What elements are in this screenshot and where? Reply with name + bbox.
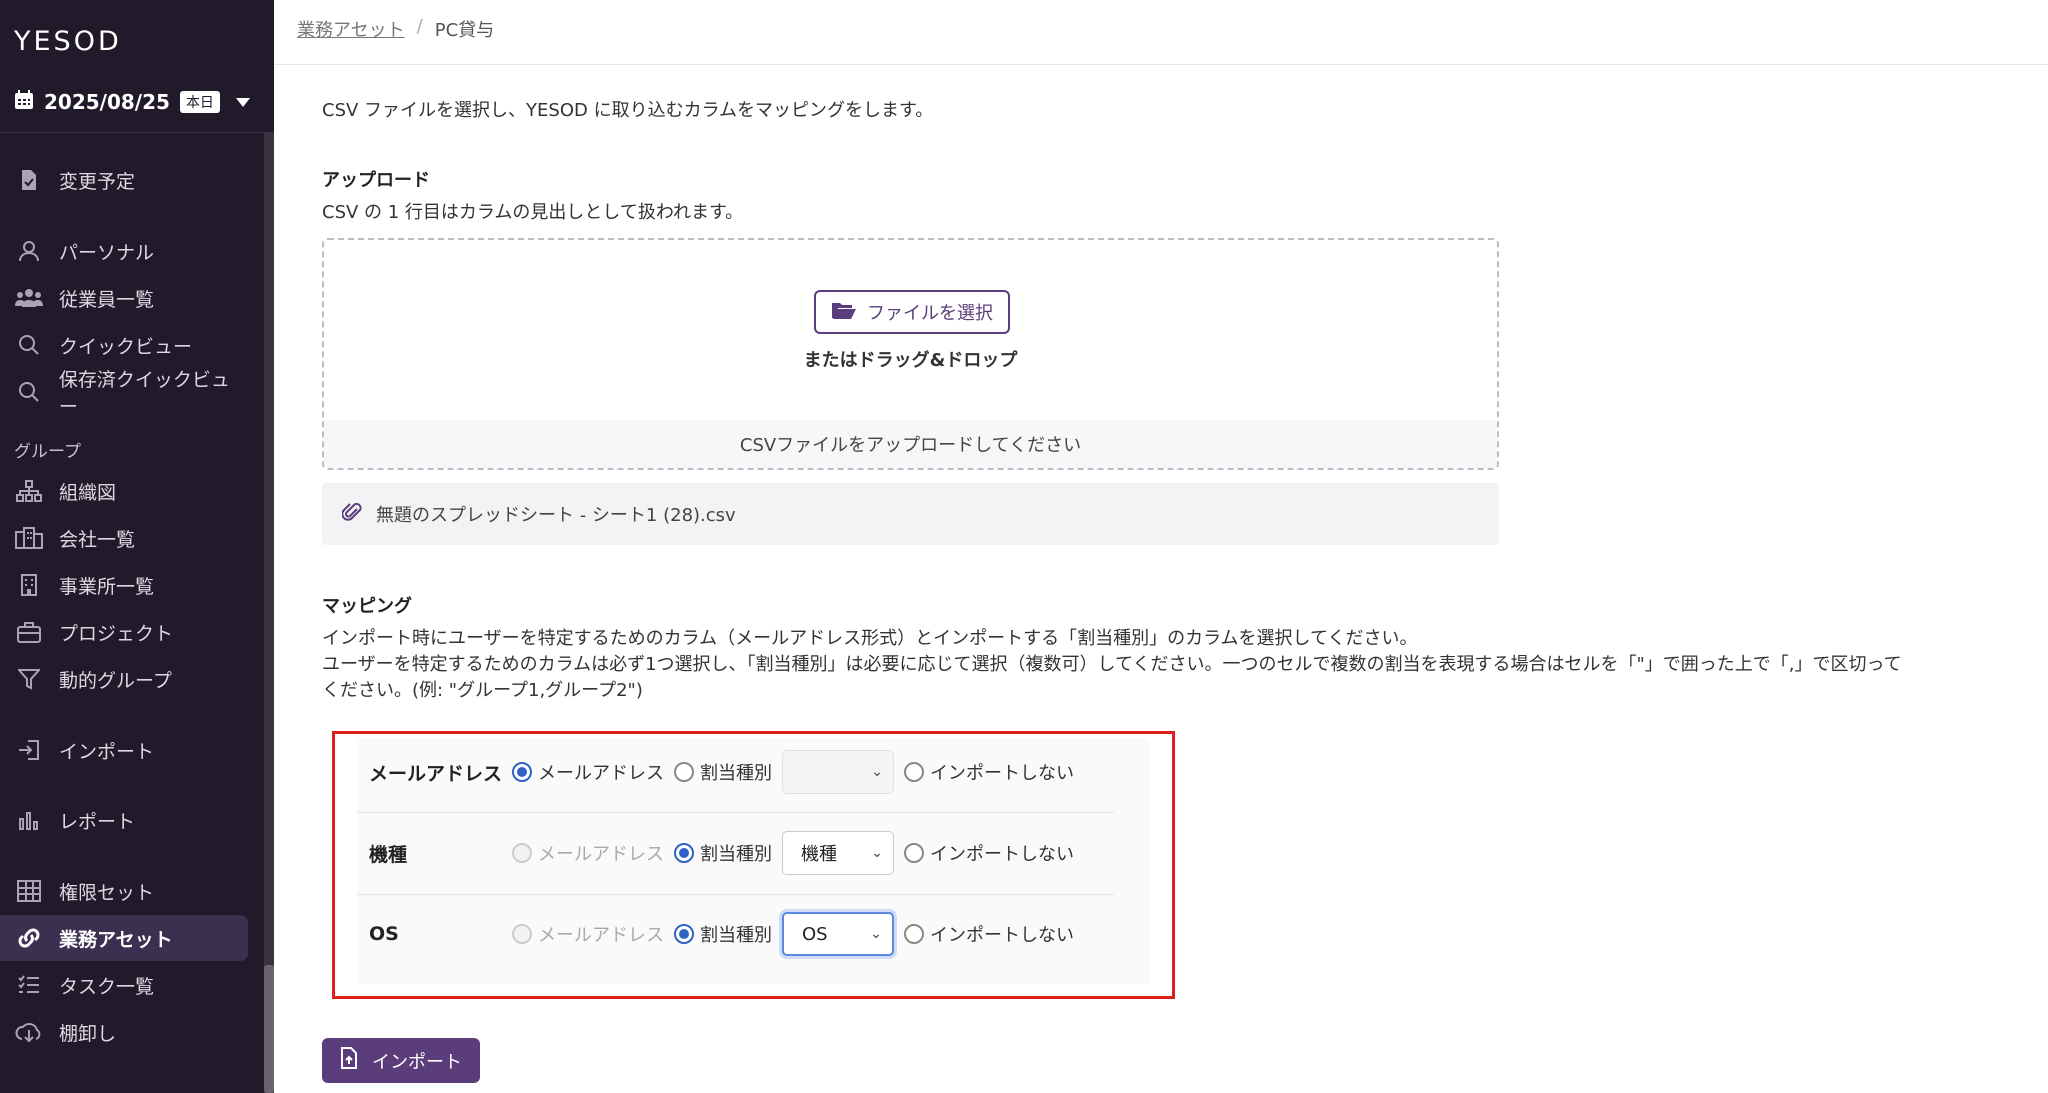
import-icon bbox=[14, 738, 44, 762]
sidebar-item-org-chart[interactable]: 組織図 bbox=[0, 468, 248, 514]
paperclip-icon bbox=[341, 501, 362, 528]
mapping-description-1: インポート時にユーザーを特定するためのカラム（メールアドレス形式）とインポートす… bbox=[322, 628, 1418, 649]
intro-text: CSV ファイルを選択し、YESOD に取り込むカラムをマッピングをします。 bbox=[322, 100, 934, 121]
filter-icon bbox=[14, 667, 44, 691]
select-file-button[interactable]: ファイルを選択 bbox=[814, 290, 1010, 334]
import-button-label: インポート bbox=[372, 1051, 462, 1073]
upload-title: アップロード bbox=[322, 170, 430, 191]
breadcrumb-parent-link[interactable]: 業務アセット bbox=[297, 16, 405, 42]
sidebar-item-label: 組織図 bbox=[59, 481, 117, 504]
breadcrumb-current: PC貸与 bbox=[434, 20, 495, 41]
list-icon bbox=[14, 973, 44, 997]
sidebar-item-change-schedule[interactable]: 変更予定 bbox=[0, 157, 248, 203]
sidebar-item-business-assets[interactable]: 業務アセット bbox=[0, 915, 248, 961]
org-chart-icon bbox=[14, 479, 44, 503]
building-icon bbox=[14, 526, 44, 550]
divider bbox=[0, 132, 264, 133]
drag-drop-text: またはドラッグ&ドロップ bbox=[803, 350, 1018, 371]
file-dropzone[interactable]: ファイルを選択 またはドラッグ&ドロップ CSVファイルをアップロードしてくださ… bbox=[322, 238, 1499, 470]
briefcase-icon bbox=[14, 620, 44, 644]
sidebar-item-label: タスク一覧 bbox=[59, 975, 155, 998]
sidebar-item-label: パーソナル bbox=[59, 241, 155, 264]
sidebar-item-tasks[interactable]: タスク一覧 bbox=[0, 962, 248, 1008]
top-bar bbox=[274, 0, 2048, 65]
sidebar-scrollbar-thumb[interactable] bbox=[264, 965, 274, 1093]
office-icon bbox=[14, 573, 44, 597]
date-selector[interactable]: 2025/08/25 本日 bbox=[14, 90, 250, 114]
search-icon bbox=[14, 380, 44, 404]
sidebar-item-label: レポート bbox=[59, 810, 136, 833]
file-check-icon bbox=[14, 168, 44, 192]
breadcrumb: 業務アセット / PC貸与 bbox=[297, 16, 494, 42]
sidebar-item-label: プロジェクト bbox=[59, 622, 174, 645]
chevron-down-icon[interactable] bbox=[235, 97, 250, 107]
sidebar-item-offices[interactable]: 事業所一覧 bbox=[0, 562, 248, 608]
current-date: 2025/08/25 bbox=[44, 90, 170, 114]
select-file-label: ファイルを選択 bbox=[867, 303, 993, 324]
sidebar-item-employees[interactable]: 従業員一覧 bbox=[0, 275, 248, 321]
sidebar-item-label: インポート bbox=[59, 740, 155, 763]
uploaded-file-name: 無題のスプレッドシート - シート1 (28).csv bbox=[376, 505, 736, 526]
folder-open-icon bbox=[831, 300, 857, 325]
user-icon bbox=[14, 239, 44, 263]
sidebar-item-label: 棚卸し bbox=[59, 1022, 117, 1045]
calendar-icon bbox=[14, 90, 34, 114]
sidebar-item-import[interactable]: インポート bbox=[0, 727, 248, 773]
sidebar-item-label: 変更予定 bbox=[59, 170, 136, 193]
sidebar-item-companies[interactable]: 会社一覧 bbox=[0, 515, 248, 561]
sidebar: YESOD 2025/08/25 本日 変更予定 パーソナル 従業員一覧 クイッ… bbox=[0, 0, 274, 1093]
cloud-download-icon bbox=[14, 1020, 44, 1044]
file-upload-icon bbox=[340, 1047, 358, 1074]
highlight-box bbox=[332, 731, 1175, 999]
users-icon bbox=[14, 286, 44, 310]
sidebar-item-dynamic-groups[interactable]: 動的グループ bbox=[0, 656, 248, 702]
import-button[interactable]: インポート bbox=[322, 1038, 480, 1083]
sidebar-item-label: 事業所一覧 bbox=[59, 575, 155, 598]
sidebar-scrollbar[interactable] bbox=[264, 132, 274, 1093]
mapping-description-3: ください。(例: "グループ1,グループ2") bbox=[322, 680, 643, 701]
sidebar-item-label: 会社一覧 bbox=[59, 528, 136, 551]
link-icon bbox=[14, 926, 44, 950]
mapping-title: マッピング bbox=[322, 596, 412, 617]
grid-icon bbox=[14, 879, 44, 903]
sidebar-item-reports[interactable]: レポート bbox=[0, 797, 248, 843]
uploaded-file: 無題のスプレッドシート - シート1 (28).csv bbox=[322, 483, 1499, 545]
sidebar-item-label: 権限セット bbox=[59, 881, 155, 904]
sidebar-item-saved-quick-view[interactable]: 保存済クイックビュー bbox=[0, 369, 248, 418]
sidebar-item-permission-sets[interactable]: 権限セット bbox=[0, 868, 248, 914]
sidebar-item-label: 動的グループ bbox=[59, 669, 172, 692]
sidebar-item-projects[interactable]: プロジェクト bbox=[0, 609, 248, 655]
yesod-logo[interactable]: YESOD bbox=[14, 26, 122, 57]
sidebar-item-label: 従業員一覧 bbox=[59, 288, 155, 311]
sidebar-item-quick-view[interactable]: クイックビュー bbox=[0, 322, 248, 368]
mapping-description-2: ユーザーを特定するためのカラムは必ず1つ選択し、「割当種別」は必要に応じて選択（… bbox=[322, 654, 1902, 675]
breadcrumb-separator: / bbox=[416, 16, 423, 37]
search-icon bbox=[14, 333, 44, 357]
sidebar-item-label: 保存済クイックビュー bbox=[58, 369, 230, 418]
today-badge: 本日 bbox=[179, 91, 220, 113]
bar-chart-icon bbox=[14, 808, 44, 832]
sidebar-item-personal[interactable]: パーソナル bbox=[0, 228, 248, 274]
sidebar-item-inventory[interactable]: 棚卸し bbox=[0, 1009, 248, 1055]
upload-description: CSV の 1 行目はカラムの見出しとして扱われます。 bbox=[322, 202, 744, 223]
sidebar-item-label: 業務アセット bbox=[59, 928, 173, 951]
group-section-label: グループ bbox=[14, 442, 81, 462]
sidebar-item-label: クイックビュー bbox=[59, 335, 193, 358]
upload-hint: CSVファイルをアップロードしてください bbox=[324, 420, 1497, 468]
